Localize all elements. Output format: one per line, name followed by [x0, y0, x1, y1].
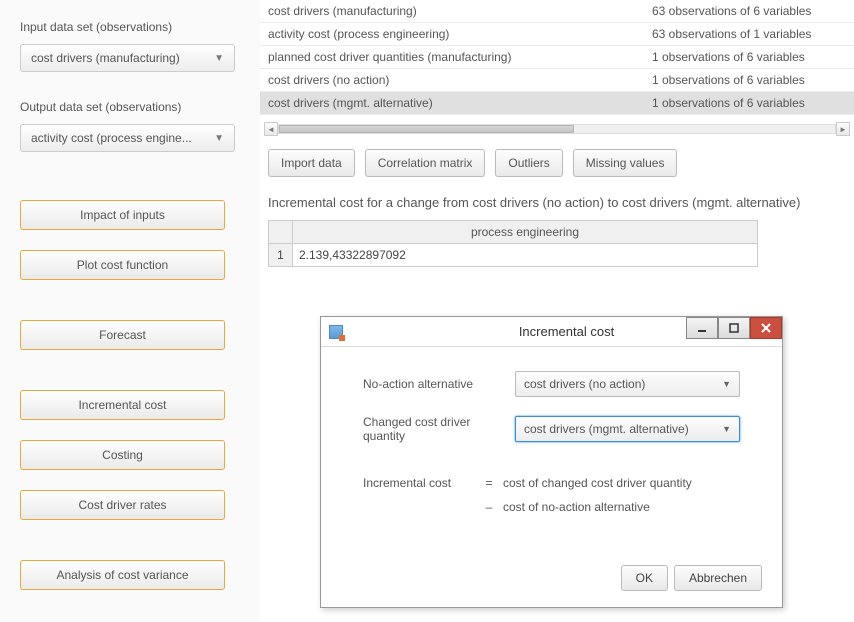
- analysis-variance-button[interactable]: Analysis of cost variance: [20, 560, 225, 590]
- result-heading: Incremental cost for a change from cost …: [260, 191, 854, 220]
- dataset-info: 1 observations of 6 variables: [644, 69, 854, 92]
- changed-value: cost drivers (mgmt. alternative): [524, 422, 689, 436]
- result-col-header: process engineering: [293, 221, 758, 244]
- eq-line1: cost of changed cost driver quantity: [503, 471, 692, 495]
- outliers-button[interactable]: Outliers: [495, 149, 562, 177]
- dialog-titlebar[interactable]: Incremental cost: [321, 317, 782, 347]
- result-corner: [269, 221, 293, 244]
- dataset-name: activity cost (process engineering): [260, 23, 644, 46]
- result-table: process engineering 1 2.139,43322897092: [268, 220, 758, 267]
- ok-button[interactable]: OK: [621, 565, 668, 591]
- scroll-right-icon[interactable]: ►: [836, 122, 850, 136]
- eq-equals: =: [475, 471, 503, 495]
- cancel-button[interactable]: Abbrechen: [674, 565, 762, 591]
- horizontal-scrollbar[interactable]: ◄ ►: [260, 121, 854, 137]
- output-dataset-dropdown[interactable]: activity cost (process engine... ▼: [20, 124, 235, 152]
- equation-block: Incremental cost = cost of changed cost …: [363, 471, 740, 519]
- close-button[interactable]: [750, 317, 782, 339]
- app-icon: [329, 325, 343, 339]
- input-dataset-dropdown[interactable]: cost drivers (manufacturing) ▼: [20, 44, 235, 72]
- chevron-down-icon: ▼: [214, 53, 224, 64]
- chevron-down-icon: ▼: [214, 133, 224, 144]
- import-data-button[interactable]: Import data: [268, 149, 355, 177]
- eq-term: Incremental cost: [363, 471, 475, 495]
- result-row[interactable]: 1 2.139,43322897092: [269, 244, 758, 267]
- dataset-name: cost drivers (mgmt. alternative): [260, 92, 644, 115]
- dataset-info: 63 observations of 6 variables: [644, 0, 854, 23]
- data-toolbar: Import data Correlation matrix Outliers …: [260, 137, 854, 191]
- dialog-footer: OK Abbrechen: [621, 565, 762, 591]
- changed-label: Changed cost driver quantity: [363, 415, 515, 443]
- noaction-value: cost drivers (no action): [524, 377, 645, 391]
- scroll-track[interactable]: [278, 124, 836, 134]
- noaction-dropdown[interactable]: cost drivers (no action) ▼: [515, 371, 740, 397]
- noaction-label: No-action alternative: [363, 377, 515, 391]
- cost-driver-rates-button[interactable]: Cost driver rates: [20, 490, 225, 520]
- dataset-table: cost drivers (manufacturing)63 observati…: [260, 0, 854, 115]
- dialog-body: No-action alternative cost drivers (no a…: [321, 347, 782, 533]
- chevron-down-icon: ▼: [722, 379, 731, 389]
- dataset-name: cost drivers (no action): [260, 69, 644, 92]
- window-controls: [686, 317, 782, 339]
- table-row[interactable]: cost drivers (no action)1 observations o…: [260, 69, 854, 92]
- sidebar: Input data set (observations) cost drive…: [0, 0, 260, 622]
- forecast-button[interactable]: Forecast: [20, 320, 225, 350]
- plot-cost-function-button[interactable]: Plot cost function: [20, 250, 225, 280]
- maximize-button[interactable]: [718, 317, 750, 339]
- eq-line2: cost of no-action alternative: [503, 495, 650, 519]
- dataset-info: 1 observations of 6 variables: [644, 92, 854, 115]
- result-rownum: 1: [269, 244, 293, 267]
- chevron-down-icon: ▼: [722, 424, 731, 434]
- changed-dropdown[interactable]: cost drivers (mgmt. alternative) ▼: [515, 416, 740, 442]
- result-area: process engineering 1 2.139,43322897092: [260, 220, 854, 267]
- action-buttons: Impact of inputs Plot cost function Fore…: [20, 200, 240, 590]
- result-value: 2.139,43322897092: [293, 244, 758, 267]
- incremental-cost-button[interactable]: Incremental cost: [20, 390, 225, 420]
- input-dataset-value: cost drivers (manufacturing): [31, 51, 180, 65]
- missing-values-button[interactable]: Missing values: [573, 149, 678, 177]
- table-row[interactable]: activity cost (process engineering)63 ob…: [260, 23, 854, 46]
- impact-of-inputs-button[interactable]: Impact of inputs: [20, 200, 225, 230]
- correlation-matrix-button[interactable]: Correlation matrix: [365, 149, 486, 177]
- eq-minus: –: [475, 495, 503, 519]
- scroll-thumb[interactable]: [279, 125, 574, 133]
- output-dataset-value: activity cost (process engine...: [31, 131, 192, 145]
- dataset-name: planned cost driver quantities (manufact…: [260, 46, 644, 69]
- costing-button[interactable]: Costing: [20, 440, 225, 470]
- input-dataset-label: Input data set (observations): [20, 20, 240, 34]
- dataset-name: cost drivers (manufacturing): [260, 0, 644, 23]
- output-dataset-label: Output data set (observations): [20, 100, 240, 114]
- incremental-cost-dialog: Incremental cost No-action alternative c…: [320, 316, 783, 608]
- table-row[interactable]: planned cost driver quantities (manufact…: [260, 46, 854, 69]
- minimize-button[interactable]: [686, 317, 718, 339]
- dataset-info: 63 observations of 1 variables: [644, 23, 854, 46]
- dataset-info: 1 observations of 6 variables: [644, 46, 854, 69]
- table-row[interactable]: cost drivers (mgmt. alternative)1 observ…: [260, 92, 854, 115]
- scroll-left-icon[interactable]: ◄: [264, 122, 278, 136]
- table-row[interactable]: cost drivers (manufacturing)63 observati…: [260, 0, 854, 23]
